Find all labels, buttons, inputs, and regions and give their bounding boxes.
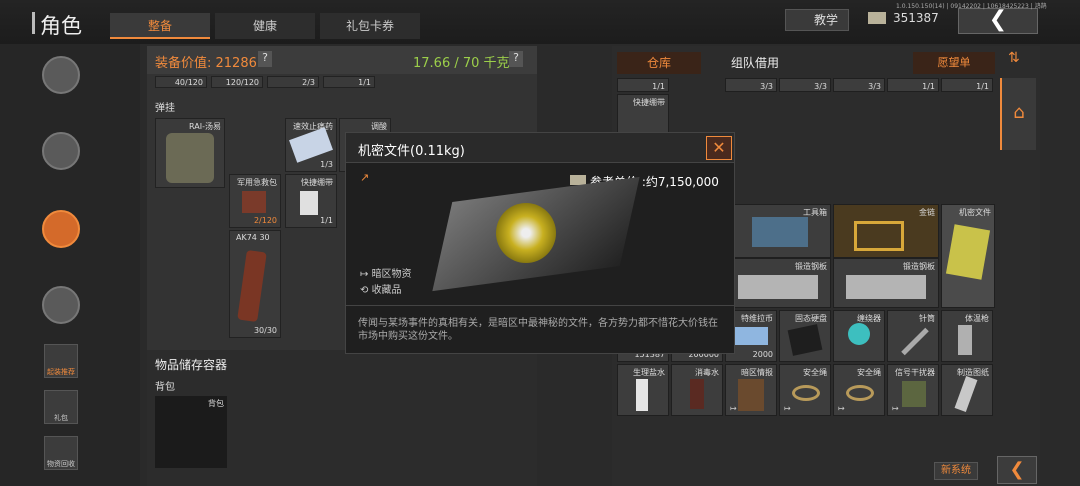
tutorial-button[interactable]: 教学 [785, 9, 849, 31]
rig-section-title: 弹挂 [155, 103, 175, 114]
disk-icon [945, 224, 991, 280]
item-painkiller[interactable]: 速效止痛药 1/3 [285, 118, 337, 172]
wh-intel[interactable]: 暗区情报 ↦ [725, 364, 777, 416]
wh-thermometer[interactable]: 体温枪 [941, 310, 993, 362]
version-text: 1.0.150.150(14) | 09142202 | 10618425223… [896, 3, 1047, 10]
saline-icon [636, 379, 648, 411]
coin-icon [734, 327, 768, 345]
wh-top-6[interactable]: 1/1 [941, 78, 993, 92]
plate-icon [738, 275, 818, 299]
sidebar-armor-icon[interactable] [42, 132, 80, 170]
wh-rope-2[interactable]: 安全绳 ↦ [833, 364, 885, 416]
storage-title: 物品储存容器 [155, 358, 228, 372]
sidebar-item-recommend[interactable]: 起装推荐 [44, 344, 78, 378]
wh-blueprint[interactable]: 制造图纸 [941, 364, 993, 416]
wh-winder[interactable]: 缠绕器 [833, 310, 885, 362]
item-ak74-mag[interactable]: AK74 30 30/30 [229, 230, 281, 338]
popup-title: 机密文件(0.11kg) [358, 144, 465, 159]
sidebar-item-gift[interactable]: 礼包 [44, 390, 78, 424]
wishlist-button[interactable]: 愿望单 [913, 52, 995, 74]
wh-syringe[interactable]: 针筒 [887, 310, 939, 362]
pills-icon [289, 127, 333, 163]
backpack-label: 背包 [155, 382, 175, 393]
sidebar-item-recycle[interactable]: 物资回收 [44, 436, 78, 470]
currency-amount: 351387 [893, 11, 939, 25]
darkzone-tag: ↦ 暗区物资 [360, 269, 412, 280]
home-icon[interactable]: ⌂ [1000, 78, 1036, 150]
rig-slot[interactable]: RAI-汤易 [155, 118, 225, 188]
help-button[interactable]: ? [258, 51, 272, 67]
wh-steel-plate-1[interactable]: 锻造钢板 [725, 258, 831, 308]
jammer-icon [902, 381, 926, 407]
bandage-icon [300, 191, 318, 215]
tab-gift[interactable]: 礼包卡券 [320, 13, 420, 39]
rope-icon [846, 385, 874, 401]
thermometer-icon [958, 325, 972, 355]
syringe-icon [901, 327, 929, 356]
backpack-slot[interactable]: 背包 [155, 396, 227, 468]
wh-top-1[interactable]: 1/1 [617, 78, 669, 92]
sort-icon[interactable]: ⇅ [1008, 50, 1020, 66]
wh-toolbox[interactable]: 工具箱 [725, 204, 831, 258]
wh-saline[interactable]: 生理盐水 [617, 364, 669, 416]
book-icon [738, 379, 764, 411]
wh-rope-1[interactable]: 安全绳 ↦ [779, 364, 831, 416]
page-title: 角色 [32, 10, 82, 40]
wh-top-5[interactable]: 1/1 [887, 78, 939, 92]
rope-icon [792, 385, 820, 401]
item-medkit[interactable]: 军用急救包 2/120 [229, 174, 281, 228]
sidebar-helmet-icon[interactable] [42, 56, 80, 94]
wh-jammer[interactable]: 信号干扰器 ↦ [887, 364, 939, 416]
sidebar-box-icon[interactable] [42, 286, 80, 324]
share-icon[interactable]: ↗ [360, 171, 369, 184]
disk-platter [496, 203, 556, 263]
item-detail-popup: 机密文件(0.11kg) ✕ ↗ 参考单价 :约7,150,000 ↦ 暗区物资… [345, 132, 735, 354]
wh-top-2[interactable]: 3/3 [725, 78, 777, 92]
wh-gold-chain[interactable]: 金链 [833, 204, 939, 258]
popup-divider [346, 305, 734, 306]
close-button[interactable]: ✕ [706, 136, 732, 160]
back-button[interactable]: ❮ [958, 8, 1038, 34]
medkit-icon [242, 191, 266, 213]
weight-value: 17.66 / 70 千克 [413, 56, 510, 71]
top-slot-3[interactable]: 2/3 [267, 76, 319, 88]
equipment-value: 装备价值: 21286 [155, 56, 257, 71]
wh-top-3[interactable]: 3/3 [779, 78, 831, 92]
top-slot-4[interactable]: 1/1 [323, 76, 375, 88]
sidebar-backpack-icon[interactable] [42, 210, 80, 248]
weight-help-button[interactable]: ? [509, 51, 523, 67]
popup-description: 传闻与某场事件的真相有关，是暗区中最神秘的文件，各方势力都不惜花大价钱在市场中购… [358, 318, 718, 342]
currency-icon [868, 12, 886, 24]
collectible-tag: ⟲ 收藏品 [360, 285, 402, 296]
bottle-icon [690, 379, 704, 409]
chain-icon [854, 221, 904, 251]
winder-icon [848, 323, 870, 345]
magazine-icon [237, 249, 267, 323]
toolbox-icon [752, 217, 808, 247]
tab-health[interactable]: 健康 [215, 13, 315, 39]
plate-icon [846, 275, 926, 299]
vest-icon [166, 133, 214, 183]
tab-team-borrow[interactable]: 组队借用 [705, 52, 805, 74]
wh-steel-plate-2[interactable]: 锻造钢板 [833, 258, 939, 308]
ssd-icon [787, 324, 823, 356]
item-bandage[interactable]: 快捷绷带 1/1 [285, 174, 337, 228]
wh-secret-file[interactable]: 机密文件 [941, 204, 995, 308]
top-slot-1[interactable]: 40/120 [155, 76, 207, 88]
blueprint-icon [954, 375, 978, 413]
top-slot-2[interactable]: 120/120 [211, 76, 263, 88]
wh-top-4[interactable]: 3/3 [833, 78, 885, 92]
tab-warehouse[interactable]: 仓库 [617, 52, 701, 74]
new-system-button[interactable]: 新系统 [934, 462, 978, 480]
tab-equip[interactable]: 整备 [110, 13, 210, 39]
wh-ssd[interactable]: 固态硬盘 [779, 310, 831, 362]
wh-disinfectant[interactable]: 消毒水 [671, 364, 723, 416]
collapse-button[interactable]: ❮ [997, 456, 1037, 484]
